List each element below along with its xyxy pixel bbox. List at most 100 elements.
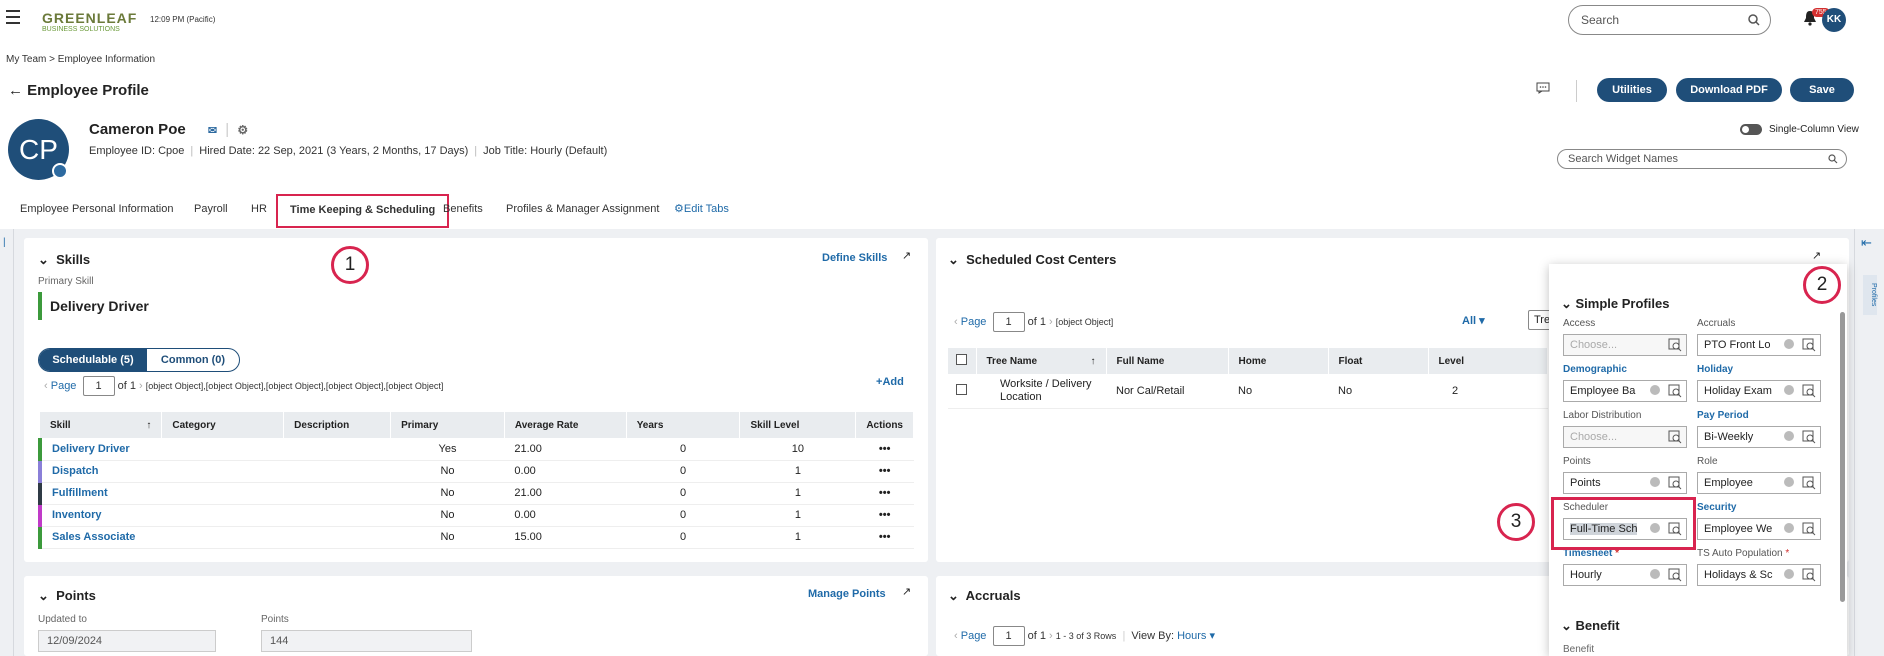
prev-page-icon[interactable]: ‹: [44, 380, 48, 392]
skill-name-link[interactable]: Delivery Driver: [38, 438, 162, 461]
lookup-icon[interactable]: [1802, 476, 1816, 490]
define-skills-link[interactable]: Define Skills: [822, 252, 887, 264]
row-actions-menu-icon[interactable]: •••: [855, 526, 914, 549]
next-page-icon[interactable]: ›: [1049, 630, 1053, 642]
utilities-button[interactable]: Utilities: [1597, 78, 1667, 102]
page-input[interactable]: 1: [992, 312, 1025, 332]
hamburger-menu-icon[interactable]: [6, 10, 20, 24]
benefit-header[interactable]: ⌄ Benefit: [1561, 618, 1620, 634]
table-row[interactable]: Dispatch No 0.00 0 1 •••: [38, 460, 914, 483]
manage-points-link[interactable]: Manage Points: [808, 588, 886, 600]
table-row[interactable]: Sales Associate No 15.00 0 1 •••: [38, 526, 914, 549]
single-column-toggle[interactable]: [1740, 124, 1762, 135]
skill-name-link[interactable]: Inventory: [38, 504, 162, 527]
user-settings-icon[interactable]: ⚙: [237, 123, 248, 137]
page-input[interactable]: 1: [82, 376, 115, 396]
expand-icon[interactable]: ↗: [902, 249, 911, 262]
comment-icon[interactable]: [1536, 82, 1550, 97]
demographic-profile-input[interactable]: Employee Ba: [1563, 380, 1687, 402]
lookup-icon[interactable]: [1802, 384, 1816, 398]
col-primary[interactable]: Primary: [390, 412, 505, 438]
skill-name-link[interactable]: Sales Associate: [38, 526, 162, 549]
accruals-title[interactable]: ⌄ Accruals: [948, 588, 1021, 604]
col-description[interactable]: Description: [283, 412, 392, 438]
clear-icon[interactable]: [1784, 385, 1794, 395]
accruals-profile-input[interactable]: PTO Front Lo: [1697, 334, 1821, 356]
lookup-icon[interactable]: [1802, 522, 1816, 536]
lookup-icon[interactable]: [1668, 476, 1682, 490]
role-profile-input[interactable]: Employee: [1697, 472, 1821, 494]
schedulable-tab[interactable]: Schedulable (5): [39, 349, 147, 371]
lookup-icon[interactable]: [1668, 384, 1682, 398]
user-avatar[interactable]: KK: [1822, 8, 1846, 32]
clear-icon[interactable]: [1784, 339, 1794, 349]
row-checkbox[interactable]: [948, 374, 976, 409]
email-icon[interactable]: ✉: [208, 125, 217, 137]
add-skill-button[interactable]: +Add: [876, 376, 904, 388]
security-profile-input[interactable]: Employee We: [1697, 518, 1821, 540]
clear-icon[interactable]: [1784, 477, 1794, 487]
clear-icon[interactable]: [1650, 569, 1660, 579]
clear-icon[interactable]: [1784, 569, 1794, 579]
labor-distribution-profile-input[interactable]: Choose...: [1563, 426, 1687, 448]
access-profile-input[interactable]: Choose...: [1563, 334, 1687, 356]
filter-dropdown[interactable]: All ▾: [1462, 314, 1485, 327]
col-skill[interactable]: Skill ↑: [40, 412, 163, 438]
profiles-side-tab[interactable]: Profiles: [1863, 275, 1877, 315]
cost-centers-title[interactable]: ⌄ Scheduled Cost Centers: [948, 252, 1116, 268]
left-collapsed-rail[interactable]: |: [0, 229, 14, 656]
tab-benefits[interactable]: Benefits: [443, 196, 483, 228]
table-row[interactable]: Inventory No 0.00 0 1 •••: [38, 504, 914, 527]
search-icon[interactable]: [1748, 14, 1760, 26]
company-logo[interactable]: GREENLEAF BUSINESS SOLUTIONS: [42, 11, 137, 36]
col-years[interactable]: Years: [626, 412, 741, 438]
lookup-icon[interactable]: [1668, 430, 1682, 444]
page-input[interactable]: 1: [992, 626, 1025, 646]
clear-icon[interactable]: [1650, 385, 1660, 395]
prev-page-icon[interactable]: ‹: [954, 316, 958, 328]
panel-scrollbar[interactable]: [1840, 312, 1845, 602]
tab-hr[interactable]: HR: [251, 196, 267, 228]
col-full-name[interactable]: Full Name: [1106, 348, 1229, 374]
tab-payroll[interactable]: Payroll: [194, 196, 228, 228]
tab-time-keeping-scheduling[interactable]: Time Keeping & Scheduling: [276, 194, 450, 228]
download-pdf-button[interactable]: Download PDF: [1676, 78, 1782, 102]
skills-title[interactable]: ⌄ Skills: [38, 252, 90, 268]
timesheet-profile-input[interactable]: Hourly: [1563, 564, 1687, 586]
skill-name-link[interactable]: Fulfillment: [38, 482, 162, 505]
view-by-dropdown[interactable]: Hours ▾: [1177, 630, 1215, 642]
ts-auto-population-profile-input[interactable]: Holidays & Sc: [1697, 564, 1821, 586]
row-actions-menu-icon[interactable]: •••: [855, 460, 914, 483]
skill-name-link[interactable]: Dispatch: [38, 460, 162, 483]
table-row[interactable]: Delivery Driver Yes 21.00 0 10 •••: [38, 438, 914, 461]
expand-icon[interactable]: ↗: [902, 585, 911, 598]
breadcrumb[interactable]: My Team > Employee Information: [6, 54, 155, 65]
clear-icon[interactable]: [1784, 431, 1794, 441]
row-actions-menu-icon[interactable]: •••: [855, 504, 914, 527]
expand-icon[interactable]: ↗: [1812, 249, 1821, 262]
pay-period-profile-input[interactable]: Bi-Weekly: [1697, 426, 1821, 448]
tab-profiles-manager[interactable]: Profiles & Manager Assignment: [506, 196, 659, 228]
simple-profiles-header[interactable]: ⌄ Simple Profiles: [1561, 296, 1669, 312]
row-actions-menu-icon[interactable]: •••: [855, 482, 914, 505]
global-search-input[interactable]: Search: [1568, 5, 1771, 35]
clear-icon[interactable]: [1650, 477, 1660, 487]
prev-page-icon[interactable]: ‹: [954, 630, 958, 642]
lookup-icon[interactable]: [1668, 338, 1682, 352]
edit-avatar-icon[interactable]: [52, 163, 68, 179]
lookup-icon[interactable]: [1668, 568, 1682, 582]
collapse-panel-icon[interactable]: ⇤: [1861, 235, 1872, 251]
select-all-checkbox[interactable]: [948, 348, 977, 374]
edit-tabs-link[interactable]: ⚙Edit Tabs: [674, 196, 729, 228]
table-row[interactable]: Worksite / Delivery Location Nor Cal/Ret…: [948, 374, 1548, 409]
lookup-icon[interactable]: [1802, 430, 1816, 444]
common-tab[interactable]: Common (0): [147, 349, 239, 371]
clear-icon[interactable]: [1784, 523, 1794, 533]
back-arrow-icon[interactable]: ←: [8, 82, 23, 99]
col-tree-name[interactable]: Tree Name ↑: [976, 348, 1107, 374]
col-level[interactable]: Level: [1428, 348, 1548, 374]
next-page-icon[interactable]: ›: [139, 380, 143, 392]
col-average-rate[interactable]: Average Rate: [504, 412, 627, 438]
next-page-icon[interactable]: ›: [1049, 316, 1053, 328]
holiday-profile-input[interactable]: Holiday Exam: [1697, 380, 1821, 402]
